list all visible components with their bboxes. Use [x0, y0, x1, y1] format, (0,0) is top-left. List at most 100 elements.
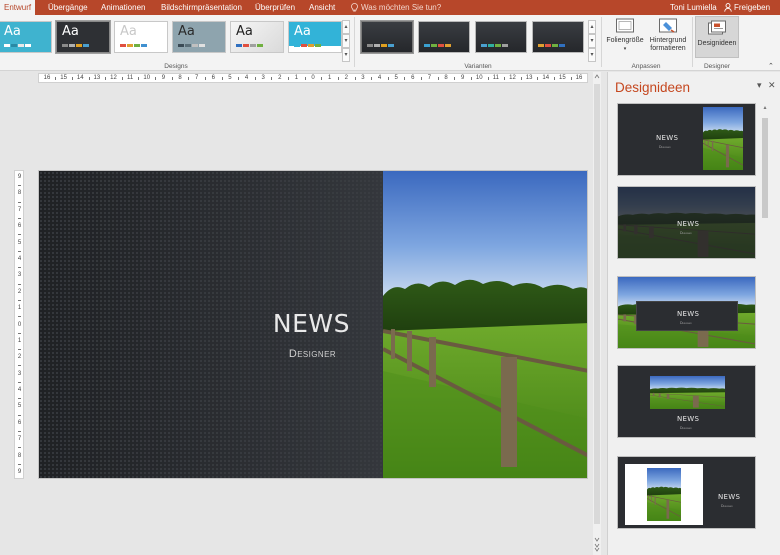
meadow-fence-photo[interactable]: [383, 171, 588, 479]
design-idea-thumbnail-1[interactable]: NEWS Designer: [617, 103, 756, 176]
ruler-label: 12: [509, 75, 516, 81]
ruler-label: 4: [17, 255, 22, 262]
ruler-label: 8: [17, 452, 22, 459]
gallery-down-icon[interactable]: ▾: [588, 34, 596, 48]
thumbnail-title: NEWS: [677, 415, 700, 423]
tell-me-box[interactable]: Was möchten Sie tun?: [351, 0, 441, 15]
ruler-tick: [570, 77, 572, 80]
close-icon[interactable]: ✕: [768, 80, 776, 91]
ruler-tick: [288, 77, 290, 80]
group-label-variants: Varianten: [464, 63, 492, 70]
designs-gallery-scroll[interactable]: ▴ ▾ ▾: [342, 20, 350, 64]
thumbnail-title: NEWS: [677, 310, 700, 318]
ruler-label: 2: [278, 75, 282, 81]
thumbnail-title: NEWS: [677, 220, 700, 228]
ribbon: Aa Aa Aa Aa Aa Aa ▴ ▾ ▾ Designs ▴ ▾ ▾ Va…: [0, 15, 780, 71]
ruler-label: 2: [17, 288, 22, 295]
gallery-up-icon[interactable]: ▴: [342, 20, 350, 34]
theme-glyph: Aa: [294, 24, 311, 39]
design-ideas-icon: [708, 20, 726, 35]
slide-canvas[interactable]: NEWS Designer: [38, 170, 588, 479]
slide-title[interactable]: NEWS: [39, 309, 350, 338]
gallery-more-icon[interactable]: ▾: [588, 48, 596, 62]
group-label-customize: Anpassen: [631, 63, 661, 70]
variant-thumbnail-1[interactable]: [360, 20, 414, 54]
tab-bildschirmpraesentation[interactable]: Bildschirmpräsentation: [161, 0, 242, 15]
design-idea-thumbnail-5[interactable]: NEWS Designer: [617, 456, 756, 529]
pane-scrollbar[interactable]: ▴: [761, 104, 769, 549]
theme-thumbnail-1[interactable]: Aa: [0, 21, 52, 53]
gallery-more-icon[interactable]: ▾: [342, 48, 350, 62]
ruler-tick: [354, 77, 356, 80]
design-idea-thumbnail-2[interactable]: NEWS Designer: [617, 186, 756, 259]
ruler-tick: [71, 77, 73, 80]
ruler-label: 11: [127, 75, 134, 81]
variant-thumbnail-4[interactable]: [532, 21, 584, 53]
share-label: Freigeben: [734, 3, 771, 12]
ruler-label: 13: [525, 75, 533, 81]
variant-thumbnail-2[interactable]: [418, 21, 470, 53]
gallery-up-icon[interactable]: ▴: [588, 20, 596, 34]
theme-color-bars: [294, 44, 321, 47]
ruler-tick: [18, 316, 21, 318]
theme-thumbnail-4[interactable]: Aa: [172, 21, 226, 53]
ruler-tick: [138, 77, 140, 80]
format-background-button[interactable]: Hintergrund formatieren: [646, 17, 690, 53]
ruler-label: 7: [194, 75, 199, 81]
user-name[interactable]: Toni Lumiella: [670, 0, 717, 15]
ruler-tick: [470, 77, 472, 80]
ruler-label: 5: [17, 403, 22, 410]
ruler-tick: [188, 77, 190, 80]
theme-thumbnail-2[interactable]: Aa: [55, 20, 111, 54]
tab-ueberpruefen[interactable]: Überprüfen: [255, 0, 295, 15]
ruler-tick: [18, 299, 21, 301]
ruler-tick: [18, 398, 21, 400]
ruler-label: 16: [575, 75, 583, 81]
design-ideas-button[interactable]: Designideen: [695, 16, 739, 58]
design-idea-thumbnail-4[interactable]: NEWS Designer: [617, 365, 756, 438]
tab-uebergaenge[interactable]: Übergänge: [48, 0, 88, 15]
ruler-tick: [18, 234, 21, 236]
collapse-ribbon-icon[interactable]: ⌃: [768, 62, 774, 70]
tab-animationen[interactable]: Animationen: [101, 0, 145, 15]
ruler-label: 15: [559, 75, 566, 81]
ruler-tick: [18, 381, 21, 383]
theme-thumbnail-3[interactable]: Aa: [114, 21, 168, 53]
design-idea-thumbnail-3[interactable]: NEWS Designer: [617, 276, 756, 349]
theme-glyph: Aa: [4, 24, 21, 39]
slide-size-button[interactable]: Foliengröße ▾: [604, 17, 646, 53]
gallery-down-icon[interactable]: ▾: [342, 34, 350, 48]
group-label-designer: Designer: [703, 63, 730, 70]
scroll-up-icon[interactable]: ▴: [761, 104, 769, 111]
theme-thumbnail-5[interactable]: Aa: [230, 21, 284, 53]
tab-entwurf[interactable]: Entwurf: [0, 0, 36, 15]
ruler-label: 4: [17, 387, 22, 394]
ruler-tick: [204, 77, 206, 80]
ruler-tick: [487, 77, 489, 80]
ruler-label: 10: [475, 75, 483, 81]
pane-scroll-thumb[interactable]: [762, 118, 768, 218]
ruler-tick: [171, 77, 173, 80]
variants-gallery-scroll[interactable]: ▴ ▾ ▾: [588, 20, 596, 64]
ruler-tick: [304, 77, 306, 80]
theme-color-bars: [178, 44, 205, 47]
ruler-label: 7: [17, 436, 22, 443]
slide-subtitle[interactable]: Designer: [39, 348, 336, 360]
ruler-label: 7: [427, 75, 432, 81]
variant-thumbnail-3[interactable]: [475, 21, 527, 53]
chevron-down-icon: ▾: [623, 46, 627, 52]
share-button[interactable]: Freigeben: [724, 0, 770, 15]
pane-options-icon[interactable]: ▾: [757, 80, 762, 91]
theme-color-bars: [236, 44, 263, 47]
theme-thumbnail-6[interactable]: Aa: [288, 21, 342, 53]
ruler-label: 2: [344, 75, 348, 81]
editor-scrollbar[interactable]: [593, 72, 601, 555]
vertical-ruler: 9 8 7 6 5 4 3 2 1 0 1 2 3 4 5 6 7 8 9: [14, 170, 24, 479]
ruler-tick: [18, 349, 21, 351]
ruler-label: 1: [327, 75, 332, 81]
tab-ansicht[interactable]: Ansicht: [309, 0, 335, 15]
theme-glyph: Aa: [178, 24, 195, 39]
ruler-label: 0: [17, 321, 22, 328]
ruler-label: 1: [17, 337, 22, 344]
ruler-label: 8: [17, 190, 22, 197]
